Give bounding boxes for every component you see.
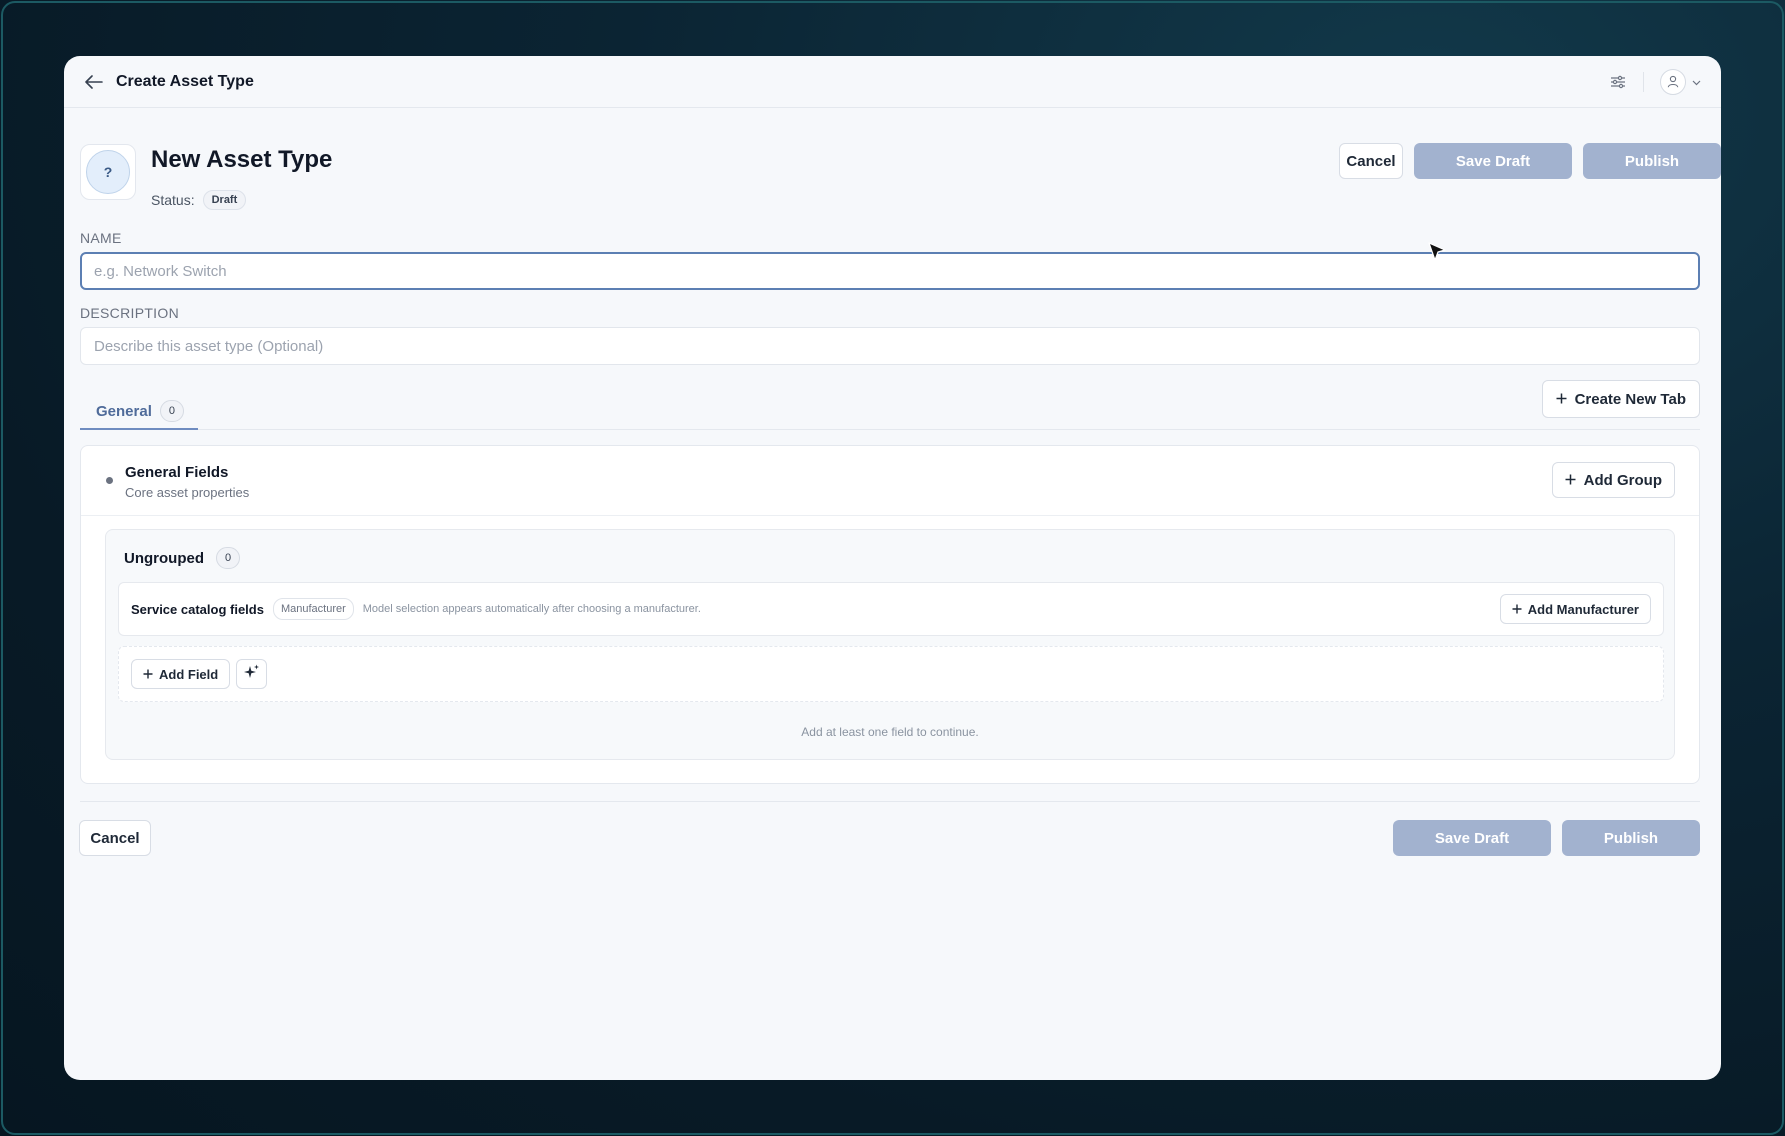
question-icon: ? bbox=[86, 150, 130, 194]
manufacturer-chip: Manufacturer bbox=[272, 598, 354, 620]
arrow-left-icon[interactable] bbox=[84, 72, 104, 92]
section-header: General Fields Core asset properties Add… bbox=[81, 446, 1699, 516]
add-group-button[interactable]: Add Group bbox=[1551, 462, 1675, 498]
plus-icon bbox=[143, 667, 153, 682]
plus-icon bbox=[1565, 472, 1576, 489]
add-field-button[interactable]: Add Field bbox=[131, 659, 231, 689]
ungrouped-group: Ungrouped 0 Service catalog fields Manuf… bbox=[105, 529, 1675, 760]
group-header: Ungrouped 0 bbox=[124, 547, 240, 569]
footer-actions: Save Draft Publish bbox=[1393, 820, 1700, 856]
divider bbox=[1643, 71, 1644, 92]
add-field-label: Add Field bbox=[159, 666, 219, 682]
plus-icon bbox=[1556, 391, 1567, 408]
app-window: Create Asset Type ? New Asset Type Statu… bbox=[64, 56, 1721, 1080]
header-actions: Cancel Save Draft Publish bbox=[1339, 143, 1721, 179]
add-manufacturer-button[interactable]: Add Manufacturer bbox=[1499, 594, 1651, 624]
section-subtitle: Core asset properties bbox=[125, 485, 250, 500]
tab-label: General bbox=[96, 402, 152, 420]
sliders-icon[interactable] bbox=[1609, 73, 1627, 91]
add-group-label: Add Group bbox=[1583, 471, 1662, 489]
fields-drop-zone: Add Field bbox=[118, 646, 1664, 702]
bullet-icon bbox=[106, 477, 113, 484]
general-fields-section: General Fields Core asset properties Add… bbox=[80, 445, 1700, 784]
tab-count-badge: 0 bbox=[159, 400, 184, 422]
status-badge: Draft bbox=[202, 190, 247, 210]
user-menu[interactable] bbox=[1660, 68, 1701, 95]
validation-hint: Add at least one field to continue. bbox=[801, 725, 979, 739]
group-title: Ungrouped bbox=[124, 549, 204, 567]
footer-publish-button[interactable]: Publish bbox=[1562, 820, 1700, 856]
page-header-title: Create Asset Type bbox=[116, 72, 254, 90]
group-count-badge: 0 bbox=[216, 547, 240, 569]
footer-divider bbox=[80, 801, 1700, 802]
plus-icon bbox=[1512, 602, 1522, 617]
cancel-button[interactable]: Cancel bbox=[1339, 143, 1403, 179]
name-label: NAME bbox=[80, 230, 122, 246]
service-catalog-row: Service catalog fields Manufacturer Mode… bbox=[118, 582, 1664, 636]
ai-generate-button[interactable] bbox=[236, 659, 268, 689]
status-label: Status: bbox=[151, 192, 195, 208]
topbar-actions bbox=[1609, 68, 1701, 95]
tab-bar: General 0 Create New Tab bbox=[80, 380, 1700, 430]
asset-icon-picker[interactable]: ? bbox=[80, 144, 136, 200]
create-new-tab-label: Create New Tab bbox=[1574, 390, 1686, 408]
tab-general[interactable]: General 0 bbox=[80, 394, 198, 430]
status-row: Status: Draft bbox=[151, 190, 247, 210]
catalog-title: Service catalog fields bbox=[131, 601, 264, 617]
footer-save-draft-button[interactable]: Save Draft bbox=[1393, 820, 1551, 856]
save-draft-button[interactable]: Save Draft bbox=[1414, 143, 1572, 179]
add-manufacturer-label: Add Manufacturer bbox=[1527, 601, 1639, 617]
footer-cancel-button[interactable]: Cancel bbox=[79, 820, 151, 856]
page-title: New Asset Type bbox=[151, 146, 333, 173]
description-input[interactable] bbox=[80, 327, 1700, 365]
section-title: General Fields bbox=[125, 464, 229, 481]
create-new-tab-button[interactable]: Create New Tab bbox=[1541, 380, 1700, 418]
name-input[interactable] bbox=[80, 252, 1700, 290]
catalog-hint: Model selection appears automatically af… bbox=[362, 603, 701, 615]
description-label: DESCRIPTION bbox=[80, 305, 179, 321]
user-icon bbox=[1660, 68, 1686, 95]
publish-button[interactable]: Publish bbox=[1583, 143, 1721, 179]
chevron-down-icon bbox=[1692, 73, 1701, 91]
top-bar: Create Asset Type bbox=[64, 56, 1721, 108]
sparkles-icon bbox=[243, 664, 260, 684]
